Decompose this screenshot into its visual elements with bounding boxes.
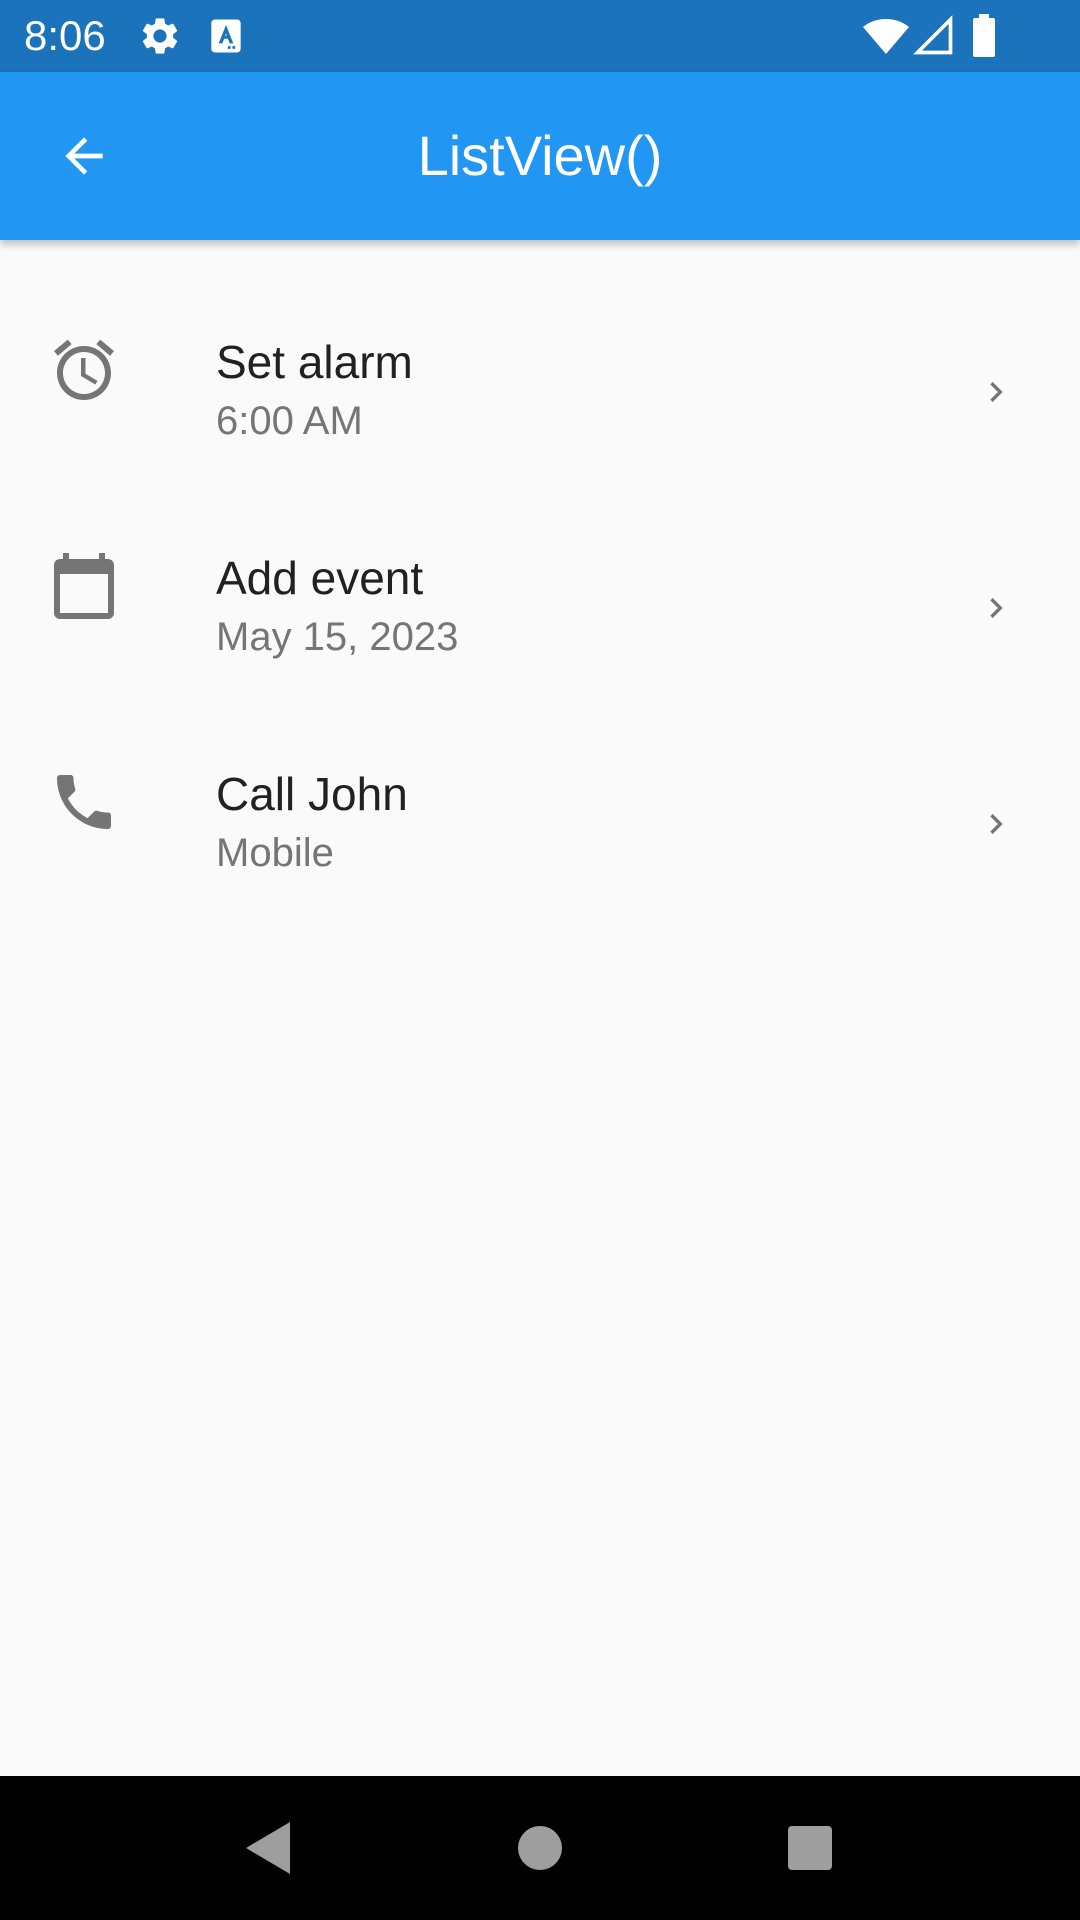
list-view: Set alarm 6:00 AM Add event May 15, 2023… [0, 286, 1080, 934]
list-item-subtitle: 6:00 AM [216, 399, 363, 443]
list-item-subtitle: May 15, 2023 [216, 615, 459, 659]
list-item-title: Call John [216, 768, 408, 820]
battery-icon [973, 14, 995, 57]
list-item-add-event[interactable]: Add event May 15, 2023 [0, 502, 1080, 718]
chevron-right-icon [990, 382, 1003, 402]
status-bar: 8:06 [0, 0, 1080, 72]
app-bar: ListView() [0, 72, 1080, 240]
page-title: ListView() [417, 124, 663, 187]
nav-home-button[interactable] [504, 1812, 576, 1884]
nav-recents-button[interactable] [774, 1812, 846, 1884]
keyboard-a-icon [211, 19, 241, 53]
status-time: 8:06 [24, 12, 106, 59]
calendar-icon [54, 553, 114, 619]
list-item-subtitle: Mobile [216, 831, 334, 875]
list-item-title: Add event [216, 552, 424, 604]
nav-back-button[interactable] [232, 1812, 304, 1884]
list-item-set-alarm[interactable]: Set alarm 6:00 AM [0, 286, 1080, 502]
wifi-icon [863, 19, 909, 54]
list-item-title: Set alarm [216, 336, 413, 388]
cellular-signal-icon [913, 15, 953, 55]
list-item-call-john[interactable]: Call John Mobile [0, 718, 1080, 934]
chevron-right-icon [990, 598, 1003, 618]
chevron-right-icon [990, 814, 1003, 834]
recents-square-icon [788, 1826, 832, 1870]
settings-icon [142, 18, 178, 54]
home-circle-icon [518, 1826, 562, 1870]
navigation-bar [0, 1776, 1080, 1920]
back-button[interactable] [42, 114, 126, 198]
arrow-back-icon [65, 137, 103, 175]
back-triangle-icon [246, 1822, 290, 1874]
alarm-icon [54, 339, 114, 400]
phone-icon [57, 775, 111, 829]
